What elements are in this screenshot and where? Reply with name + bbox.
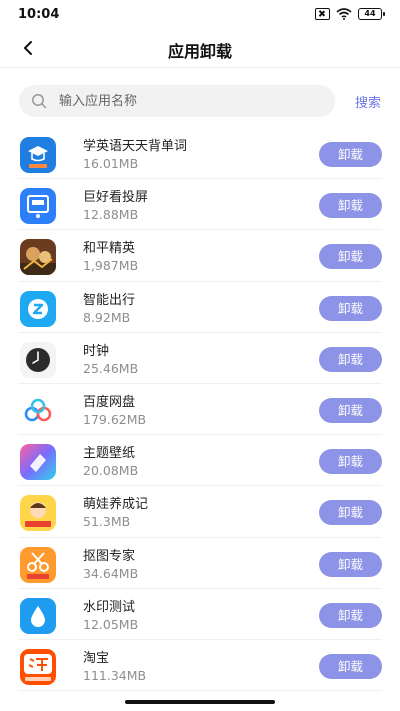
cutout-app-icon [20,546,56,583]
watermark-app-icon [20,597,56,634]
app-size: 20.08MB [83,463,139,479]
uninstall-button[interactable]: 卸载 [319,193,382,219]
status-bar: 10:04 44 [0,0,400,30]
cloud-drive-app-icon [20,392,56,429]
uninstall-button[interactable]: 卸载 [319,449,382,475]
uninstall-button[interactable]: 卸载 [319,142,382,167]
status-icons: 44 [315,8,385,20]
uninstall-button[interactable]: 卸载 [319,295,382,321]
app-size: 16.01MB [83,156,139,171]
app-name: 水印测试 [83,599,136,615]
uninstall-button[interactable]: 卸载 [319,551,382,577]
app-size: 111.34MB [83,667,147,683]
list-item: 百度网盘 179.62MB 卸载 [0,384,400,436]
app-size: 12.88MB [83,207,139,223]
app-name: 萌娃养成记 [83,497,149,513]
uninstall-button[interactable]: 卸载 [319,346,382,372]
app-name: 智能出行 [83,292,136,308]
app-size: 179.62MB [83,411,147,427]
taobao-app-icon [20,648,56,685]
list-item: 水印测试 12.05MB 卸载 [0,589,400,641]
app-name: 主题壁纸 [83,446,136,462]
app-size: 1,987MB [83,258,139,274]
list-item: 智能出行 8.92MB 卸载 [0,282,400,333]
list-item: 时钟 25.46MB 卸载 [0,333,400,385]
app-size: 8.92MB [83,309,131,325]
search-box[interactable] [19,85,335,117]
app-size: 12.05MB [83,616,139,632]
app-list: 学英语天天背单词 16.01MB 卸载 巨好看投屏 12.88MB 卸载 和平精… [0,128,400,692]
app-name: 淘宝 [83,650,110,666]
screen-cast-app-icon [20,188,56,225]
game-app-icon [20,239,56,276]
status-time: 10:04 [18,7,60,22]
home-indicator[interactable] [125,700,275,704]
wifi-icon [336,8,352,20]
english-study-app-icon [20,137,56,173]
baby-game-app-icon [20,495,56,532]
nav-bar: 应用卸载 [0,30,400,68]
theme-wallpaper-app-icon [20,444,56,481]
app-name: 百度网盘 [83,394,136,410]
travel-app-icon [20,290,56,327]
list-item: 巨好看投屏 12.88MB 卸载 [0,179,400,231]
app-size: 51.3MB [83,514,131,530]
list-item: 和平精英 1,987MB 卸载 [0,230,400,282]
search-row: 搜索 [19,85,381,117]
search-button[interactable]: 搜索 [355,92,381,111]
page-title: 应用卸载 [167,42,232,61]
list-item: 抠图专家 34.64MB 卸载 [0,538,400,589]
app-name: 巨好看投屏 [83,190,149,206]
search-icon [32,94,47,109]
search-input[interactable] [59,91,319,111]
list-item: 学英语天天背单词 16.01MB 卸载 [0,128,400,180]
uninstall-button[interactable]: 卸载 [319,397,382,423]
battery-icon: 44 [358,8,385,20]
uninstall-button[interactable]: 卸载 [319,602,382,628]
uninstall-button[interactable]: 卸载 [319,653,382,679]
list-item: 主题壁纸 20.08MB 卸载 [0,435,400,487]
app-size: 25.46MB [83,360,139,376]
app-name: 时钟 [83,343,110,359]
app-name: 抠图专家 [83,548,136,564]
app-name: 和平精英 [83,241,136,257]
uninstall-button[interactable]: 卸载 [319,244,382,270]
clock-app-icon [20,341,56,378]
sim-off-icon [315,8,330,20]
list-item: 萌娃养成记 51.3MB 卸载 [0,486,400,538]
uninstall-button[interactable]: 卸载 [319,500,382,526]
app-size: 34.64MB [83,565,139,581]
app-name: 学英语天天背单词 [83,139,188,154]
list-item: 淘宝 111.34MB 卸载 [0,640,400,692]
